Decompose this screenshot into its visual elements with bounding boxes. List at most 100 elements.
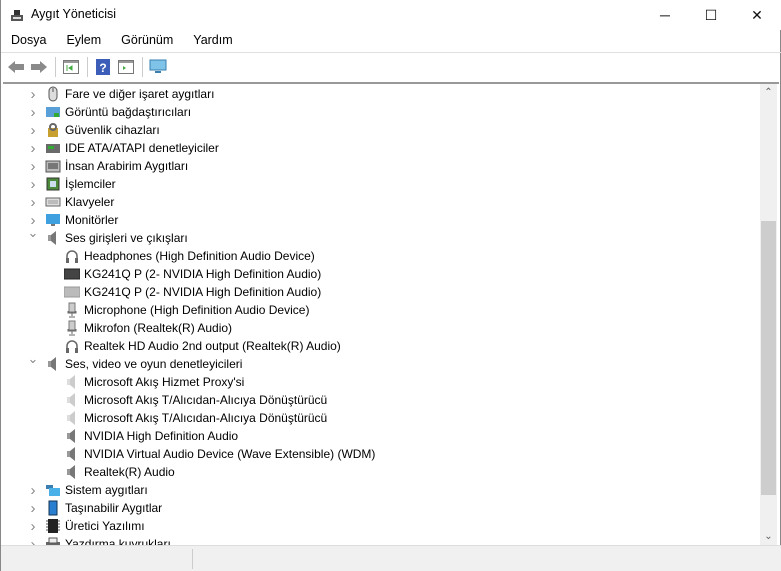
device-item[interactable]: Microphone (High Definition Audio Device…	[3, 301, 743, 319]
tree-item-label: Microsoft Akış T/Alıcıdan-Alıcıya Dönüşt…	[84, 393, 328, 407]
category-item[interactable]: ⌄ Ses girişleri ve çıkışları	[3, 225, 743, 247]
help-icon[interactable]: ?	[92, 56, 114, 78]
category-item[interactable]: › Güvenlik cihazları	[3, 121, 743, 139]
expand-chevron-icon[interactable]: ›	[27, 482, 39, 499]
category-item[interactable]: › Monitörler	[3, 211, 743, 229]
tree-item-label: KG241Q P (2- NVIDIA High Definition Audi…	[84, 285, 322, 299]
toolbar-separator	[142, 56, 143, 77]
tree-item-label: IDE ATA/ATAPI denetleyiciler	[65, 141, 219, 155]
tree-item-label: Taşınabilir Aygıtlar	[65, 501, 163, 515]
speaker-icon	[48, 357, 56, 371]
expand-chevron-icon[interactable]: ›	[27, 158, 39, 175]
category-item[interactable]: › İnsan Arabirim Aygıtları	[3, 157, 743, 175]
menu-yardim[interactable]: Yardım	[183, 31, 242, 51]
scan-hardware-icon[interactable]	[147, 56, 169, 78]
collapse-chevron-icon[interactable]: ⌄	[27, 351, 39, 367]
expand-chevron-icon[interactable]: ›	[27, 194, 39, 211]
microphone-icon	[67, 302, 77, 318]
tree-item-label: Ses girişleri ve çıkışları	[65, 231, 188, 245]
scroll-up-icon[interactable]: ⌃	[760, 84, 777, 101]
menu-gorunum[interactable]: Görünüm	[111, 31, 183, 51]
status-bar	[1, 545, 781, 571]
expand-chevron-icon[interactable]: ›	[27, 104, 39, 121]
menu-dosya[interactable]: Dosya	[1, 31, 56, 51]
expand-chevron-icon[interactable]: ›	[27, 536, 39, 546]
category-item[interactable]: ⌄ Ses, video ve oyun denetleyicileri	[3, 351, 743, 373]
expand-chevron-icon[interactable]: ›	[27, 500, 39, 517]
scroll-down-icon[interactable]: ⌄	[760, 528, 777, 545]
device-item[interactable]: Microsoft Akış T/Alıcıdan-Alıcıya Dönüşt…	[3, 391, 743, 409]
speaker-icon	[48, 231, 56, 245]
device-item[interactable]: NVIDIA Virtual Audio Device (Wave Extens…	[3, 445, 743, 463]
expand-chevron-icon[interactable]: ›	[27, 176, 39, 193]
expand-chevron-icon[interactable]: ›	[27, 122, 39, 139]
toolbar-separator	[55, 56, 56, 77]
keyboard-icon	[45, 197, 61, 207]
monitor-light-icon	[64, 286, 80, 298]
minimize-button[interactable]: ─	[642, 0, 688, 30]
security-icon	[48, 123, 58, 137]
scrollbar-thumb[interactable]	[761, 221, 776, 495]
maximize-button[interactable]: ☐	[688, 0, 734, 30]
hid-icon	[45, 160, 61, 173]
device-item[interactable]: Microsoft Akış Hizmet Proxy'si	[3, 373, 743, 391]
tree-item-label: Üretici Yazılımı	[65, 519, 145, 533]
back-icon[interactable]	[5, 56, 27, 78]
device-item[interactable]: NVIDIA High Definition Audio	[3, 427, 743, 445]
tree-item-label: Fare ve diğer işaret aygıtları	[65, 87, 215, 101]
category-item[interactable]: › Görüntü bağdaştırıcıları	[3, 103, 743, 121]
forward-icon[interactable]	[28, 56, 50, 78]
collapse-chevron-icon[interactable]: ⌄	[27, 225, 39, 241]
close-button[interactable]: ✕	[734, 0, 780, 30]
title-bar: Aygıt Yöneticisi ─ ☐ ✕	[1, 0, 781, 30]
tree-item-label: KG241Q P (2- NVIDIA High Definition Audi…	[84, 267, 322, 281]
tree-item-label: Ses, video ve oyun denetleyicileri	[65, 357, 243, 371]
toolbar-separator	[87, 56, 88, 77]
tree-item-label: Realtek(R) Audio	[84, 465, 175, 479]
expand-chevron-icon[interactable]: ›	[27, 518, 39, 535]
expand-chevron-icon[interactable]: ›	[27, 140, 39, 157]
device-item[interactable]: Microsoft Akış T/Alıcıdan-Alıcıya Dönüşt…	[3, 409, 743, 427]
speaker-light-icon	[67, 393, 75, 407]
tree-item-label: Güvenlik cihazları	[65, 123, 160, 137]
tree-item-label: Microphone (High Definition Audio Device…	[84, 303, 310, 317]
speaker-light-icon	[67, 375, 75, 389]
device-item[interactable]: Realtek HD Audio 2nd output (Realtek(R) …	[3, 337, 743, 355]
category-item[interactable]: › Yazdırma kuyrukları	[3, 535, 743, 545]
tree-item-label: Yazdırma kuyrukları	[65, 537, 171, 545]
device-item[interactable]: KG241Q P (2- NVIDIA High Definition Audi…	[3, 265, 743, 283]
tree-item-label: Monitörler	[65, 213, 119, 227]
vertical-scrollbar[interactable]: ⌃ ⌄	[760, 84, 777, 545]
device-tree: › Fare ve diğer işaret aygıtları › Görüntü …	[3, 82, 779, 545]
device-item[interactable]: KG241Q P (2- NVIDIA High Definition Audi…	[3, 283, 743, 301]
headphones-icon	[66, 340, 78, 353]
speaker-icon	[67, 465, 75, 479]
display-adapter-icon	[46, 107, 60, 117]
tree-item-label: NVIDIA High Definition Audio	[84, 429, 239, 443]
menu-eylem[interactable]: Eylem	[56, 31, 111, 51]
category-item[interactable]: › Üretici Yazılımı	[3, 517, 743, 535]
category-item[interactable]: › IDE ATA/ATAPI denetleyiciler	[3, 139, 743, 157]
category-item[interactable]: › Klavyeler	[3, 193, 743, 211]
headphones-icon	[66, 250, 78, 263]
category-item[interactable]: › Sistem aygıtları	[3, 481, 743, 499]
printer-icon	[46, 537, 60, 545]
category-item[interactable]: › Taşınabilir Aygıtlar	[3, 499, 743, 517]
portable-icon	[48, 500, 58, 516]
expand-chevron-icon[interactable]: ›	[27, 86, 39, 103]
device-manager-icon	[11, 10, 23, 21]
tree-item-label: Realtek HD Audio 2nd output (Realtek(R) …	[84, 339, 341, 353]
category-item[interactable]: › İşlemciler	[3, 175, 743, 193]
window-title: Aygıt Yöneticisi	[31, 7, 117, 21]
cpu-icon	[46, 177, 60, 191]
device-item[interactable]: Headphones (High Definition Audio Device…	[3, 247, 743, 265]
device-item[interactable]: Mikrofon (Realtek(R) Audio)	[3, 319, 743, 337]
status-divider	[192, 549, 193, 569]
category-item[interactable]: › Fare ve diğer işaret aygıtları	[3, 85, 743, 103]
device-manager-window: Aygıt Yöneticisi ─ ☐ ✕ Dosya Eylem Görün…	[0, 0, 781, 571]
device-item[interactable]: Realtek(R) Audio	[3, 463, 743, 481]
update-driver-icon[interactable]	[115, 56, 137, 78]
properties-icon[interactable]	[60, 56, 82, 78]
speaker-icon	[67, 447, 75, 461]
toolbar: ?	[1, 52, 781, 80]
